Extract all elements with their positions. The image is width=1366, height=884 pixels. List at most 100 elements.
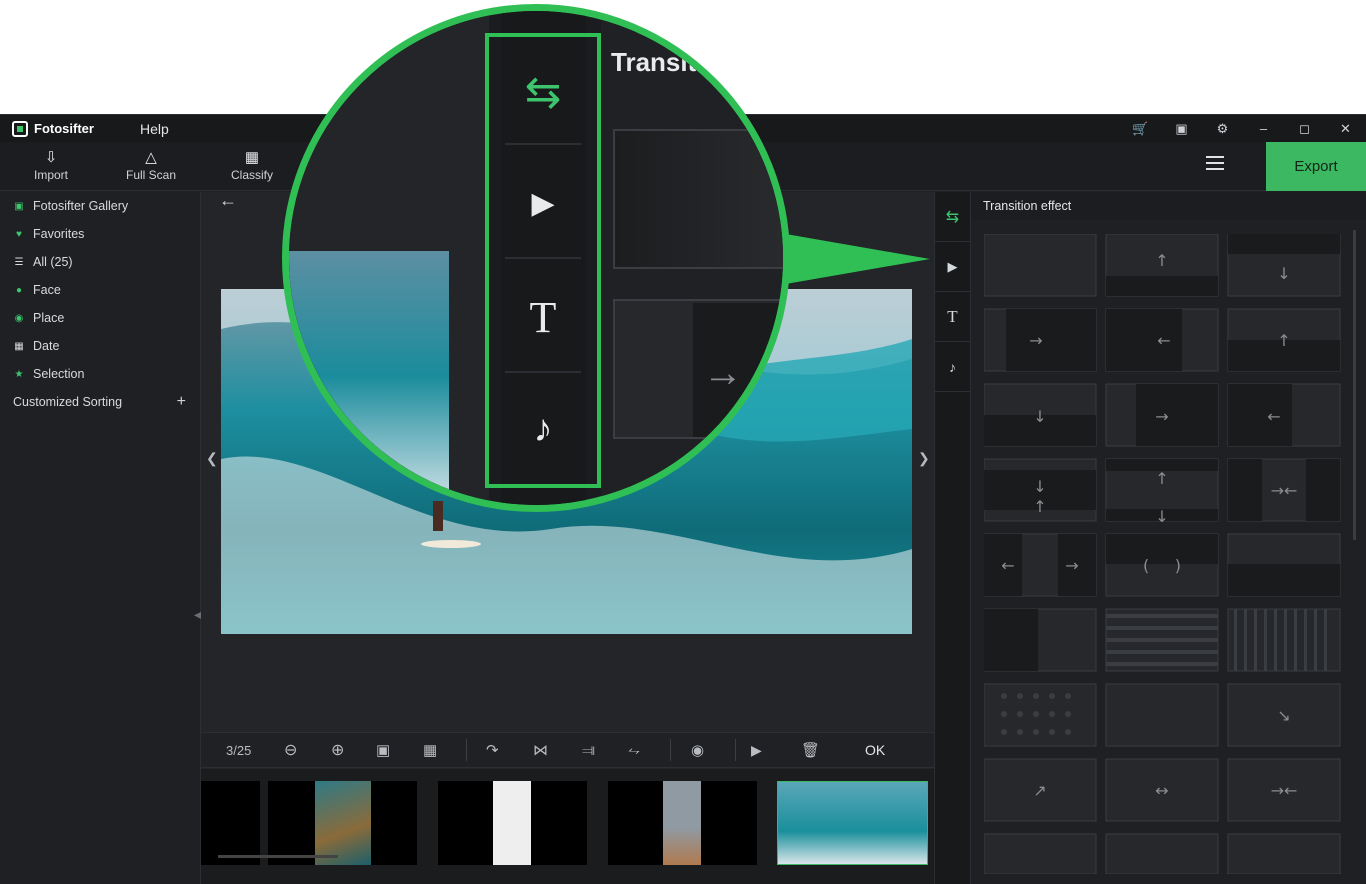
rotate-icon[interactable]: ↷ xyxy=(486,741,499,759)
tab-music[interactable]: ♪ xyxy=(935,342,970,392)
thumbnail[interactable] xyxy=(201,781,260,865)
svg-text:→: → xyxy=(1029,331,1042,350)
thumbnail[interactable] xyxy=(608,781,757,865)
ok-button[interactable]: OK xyxy=(865,742,885,758)
svg-text:↓: ↓ xyxy=(1155,507,1168,526)
thumbnail[interactable] xyxy=(438,781,587,865)
calendar-icon: ▦ xyxy=(14,340,24,352)
svg-text:↑: ↑ xyxy=(1155,469,1168,488)
settings-icon[interactable]: ⚙ xyxy=(1202,115,1243,142)
video-icon: ▶ xyxy=(947,258,958,274)
divider xyxy=(466,739,467,761)
list-icon: ☰ xyxy=(14,256,24,268)
customized-sorting[interactable]: Customized Sorting + xyxy=(0,388,200,416)
arrow-right-icon: → xyxy=(703,351,743,395)
help-menu[interactable]: Help xyxy=(140,121,169,137)
customized-sorting-label: Customized Sorting xyxy=(13,395,123,409)
delete-icon[interactable]: 🗑 xyxy=(801,741,820,759)
effects-tab-bar: ⇆ ▶ T ♪ xyxy=(934,192,971,884)
fit-screen-icon[interactable]: ▣ xyxy=(376,741,390,759)
hamburger-menu-icon[interactable] xyxy=(1206,156,1224,172)
full-scan-label: Full Scan xyxy=(125,168,177,182)
window-controls: 🛒 ▣ ⚙ – ◻ ✕ xyxy=(1120,115,1366,142)
svg-text:↓: ↓ xyxy=(1033,477,1046,496)
classify-icon: ▦ xyxy=(244,149,260,166)
photo-counter: 3/25 xyxy=(226,742,252,758)
svg-text:↓: ↓ xyxy=(1277,264,1290,283)
zoom-magnifier: ⇆ ▶ T ♪ Transiti → xyxy=(282,4,790,512)
sidebar-item-face[interactable]: ● Face xyxy=(0,276,200,304)
svg-text:( ): ( ) xyxy=(1143,556,1181,575)
music-icon: ♪ xyxy=(533,407,553,450)
full-scan-icon: △ xyxy=(145,149,157,166)
svg-text:→←: →← xyxy=(1271,781,1298,800)
selection-icon: ★ xyxy=(14,368,24,380)
sidebar-item-date[interactable]: ▦ Date xyxy=(0,332,200,360)
register-icon[interactable]: ▣ xyxy=(1161,115,1202,142)
favorites-icon: ♥ xyxy=(16,228,22,240)
tab-transition[interactable]: ⇆ xyxy=(935,192,970,242)
sidebar-item-selection[interactable]: ★ Selection xyxy=(0,360,200,388)
previous-photo-icon[interactable]: ❮ xyxy=(206,450,218,467)
close-button[interactable]: ✕ xyxy=(1325,115,1366,142)
zoom-out-icon[interactable]: ⊖ xyxy=(284,740,297,760)
filmstrip xyxy=(201,769,934,884)
sidebar-item-gallery[interactable]: ▣ Fotosifter Gallery xyxy=(0,192,200,220)
minimize-button[interactable]: – xyxy=(1243,115,1284,142)
import-icon: ⇩ xyxy=(44,149,58,166)
flip-vertical-icon[interactable]: ⫥ xyxy=(582,742,595,759)
maximize-button[interactable]: ◻ xyxy=(1284,115,1325,142)
magnified-title: Transiti xyxy=(611,47,704,77)
classify-label: Classify xyxy=(230,168,273,182)
next-photo-icon[interactable]: ❯ xyxy=(918,450,930,467)
svg-text:↑: ↑ xyxy=(1033,497,1046,516)
face-icon: ● xyxy=(15,284,23,296)
thumbnail[interactable] xyxy=(268,781,417,865)
import-label: Import xyxy=(33,168,68,182)
divider xyxy=(670,739,671,761)
classify-button[interactable]: ▦ Classify xyxy=(207,148,297,182)
thumbnail-selected[interactable] xyxy=(777,781,928,865)
sidebar-item-label: Face xyxy=(33,283,61,297)
crop-icon[interactable]: ⥊ xyxy=(628,742,640,759)
svg-text:↔: ↔ xyxy=(1155,781,1168,800)
export-button[interactable]: Export xyxy=(1266,142,1366,191)
tab-text[interactable]: T xyxy=(935,292,970,342)
sidebar-item-label: Date xyxy=(33,339,60,353)
viewer-controls: 3/25 ⊖ ⊕ ▣ ▦ ↷ ⋈ ⫥ ⥊ ◉ ▶ 🗑 OK xyxy=(201,732,934,768)
sidebar-item-label: Place xyxy=(33,311,65,325)
actual-size-icon[interactable]: ▦ xyxy=(423,741,437,759)
gallery-icon: ▣ xyxy=(14,200,24,212)
preview-eye-icon[interactable]: ◉ xyxy=(691,741,704,759)
filmstrip-scrollbar[interactable] xyxy=(218,855,338,858)
svg-text:→: → xyxy=(1065,556,1078,575)
transition-panel: Transition effect ↑ ↓ → ← ↑ ↓ → ← ↓ ↑ ↑ … xyxy=(971,192,1366,884)
zoom-in-icon[interactable]: ⊕ xyxy=(331,740,344,760)
svg-text:↑: ↑ xyxy=(1155,251,1168,270)
svg-text:←: ← xyxy=(1267,407,1280,426)
magnifier-callout xyxy=(780,233,930,285)
svg-text:↗: ↗ xyxy=(1033,781,1046,800)
transition-icon: ⇆ xyxy=(945,208,960,226)
slideshow-icon[interactable]: ▶ xyxy=(751,742,762,759)
sidebar-item-label: Fotosifter Gallery xyxy=(33,199,129,213)
app-logo: Fotosifter xyxy=(12,120,94,137)
tab-video[interactable]: ▶ xyxy=(935,242,970,292)
sidebar-item-place[interactable]: ◉ Place xyxy=(0,304,200,332)
svg-text:↘: ↘ xyxy=(1277,706,1290,725)
import-button[interactable]: ⇩ Import xyxy=(6,148,96,182)
cart-icon[interactable]: 🛒 xyxy=(1120,115,1161,142)
text-icon: T xyxy=(947,306,958,326)
panel-title: Transition effect xyxy=(971,192,1366,220)
sidebar-item-favorites[interactable]: ♥ Favorites xyxy=(0,220,200,248)
sidebar-item-label: Selection xyxy=(33,367,85,381)
sidebar-item-all[interactable]: ☰ All (25) xyxy=(0,248,200,276)
add-icon[interactable]: + xyxy=(177,393,186,411)
back-arrow-icon[interactable]: ← xyxy=(219,190,237,211)
full-scan-button[interactable]: △ Full Scan xyxy=(106,148,196,182)
flip-horizontal-icon[interactable]: ⋈ xyxy=(533,741,548,759)
svg-text:↓: ↓ xyxy=(1033,407,1046,426)
panel-scrollbar[interactable] xyxy=(1353,230,1356,540)
svg-text:←: ← xyxy=(1157,331,1170,350)
video-icon: ▶ xyxy=(505,149,581,259)
